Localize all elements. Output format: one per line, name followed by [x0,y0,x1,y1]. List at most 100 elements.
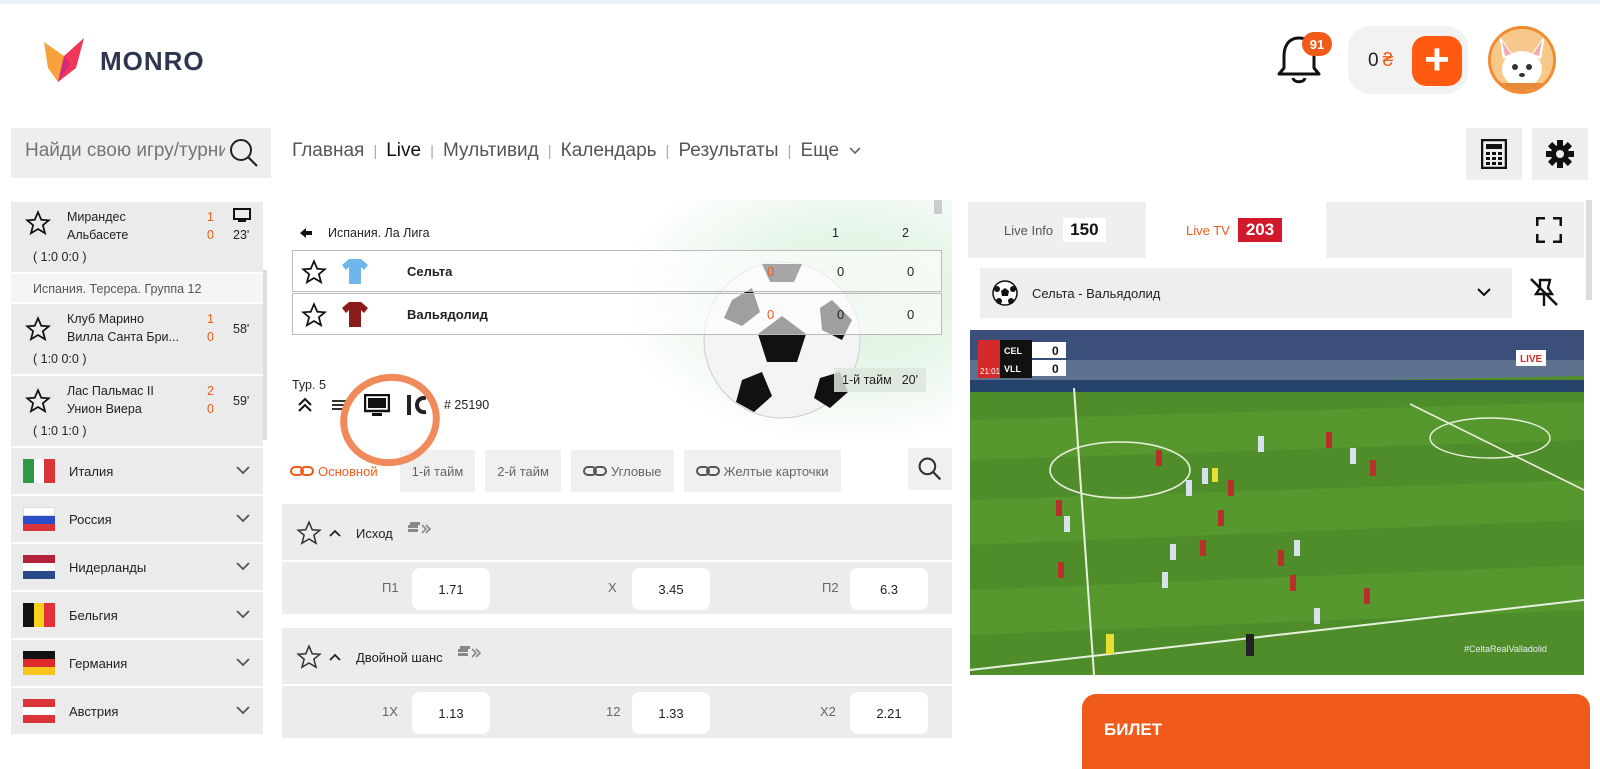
nav-more[interactable]: Еще [800,140,862,162]
top-border [0,0,1600,4]
italy-flag-icon [23,459,56,483]
tab-corners[interactable]: Угловые [570,450,674,492]
match-team1: Лас Пальмас II [67,384,154,398]
sidebar-scrollbar[interactable] [263,270,267,440]
country-germany[interactable]: Германия [11,640,263,688]
user-avatar[interactable] [1488,26,1556,94]
country-netherlands[interactable]: Нидерланды [11,544,263,592]
team-score-half1: 0 [837,264,845,279]
team-row-away: Вальядолид 0 0 0 [292,293,942,335]
nav-live[interactable]: Live [386,140,421,162]
favorite-star-icon[interactable] [24,387,52,417]
sidebar-match[interactable]: Мирандес Альбасете 1 0 23' ( 1:0 0:0 ) [11,202,263,274]
favorite-star-icon[interactable] [296,520,322,549]
team-row-home: Сельта 0 0 0 [292,250,942,292]
event-panel: Испания. Ла Лига 1 2 Сельта 0 0 0 Вальяд… [282,200,952,769]
nav-calendar[interactable]: Календарь [561,140,657,162]
belgium-flag-icon [23,603,56,627]
sidebar-match[interactable]: Клуб Марино Вилла Санта Бри... 1 0 58' (… [11,304,263,376]
odd-label: 12 [606,704,621,719]
tv-icon [233,208,251,225]
match-score1: 1 [207,312,214,326]
favorite-star-icon[interactable] [296,644,322,673]
unpin-button[interactable] [1528,276,1560,313]
back-arrow-icon[interactable] [300,228,312,238]
market-header[interactable]: Двойной шанс [282,628,952,686]
team-name: Сельта [407,264,453,279]
match-team2: Унион Виера [67,402,142,416]
chevron-down-icon [236,706,250,715]
sidebar-match[interactable]: Лас Пальмас II Унион Виера 2 0 59' ( 1:0… [11,376,263,448]
link-icon [695,466,720,476]
video-live-badge: LIVE [1520,354,1543,365]
tab-yellow-cards[interactable]: Желтые карточки [683,450,841,492]
game-search-input[interactable] [25,140,225,162]
sidebar-live-list: Мирандес Альбасете 1 0 23' ( 1:0 0:0 ) И… [11,202,263,769]
video-clock: 21:01 [980,367,1001,376]
chevron-up-icon[interactable] [328,652,342,662]
settings-button[interactable] [1532,128,1588,180]
fullscreen-icon[interactable] [1536,217,1562,243]
video-score1: 0 [1052,344,1059,358]
chevron-down-icon [236,562,250,571]
nav-home[interactable]: Главная [292,140,364,162]
logo-icon [44,38,84,82]
market-name: Двойной шанс [356,650,443,665]
chevron-up-icon[interactable] [328,528,342,538]
country-russia[interactable]: Россия [11,496,263,544]
live-tv-count: 203 [1237,218,1283,242]
video-hashtag: #CeltaRealValladolid [1464,644,1547,654]
right-scrollbar[interactable] [1586,200,1592,300]
nav-results[interactable]: Результаты [678,140,778,162]
league-header[interactable]: Испания. Терсера. Группа 12 [11,274,263,304]
odd-button[interactable]: 1.71 [412,568,490,610]
fox-avatar-icon [1491,29,1553,91]
favorite-star-icon[interactable] [24,209,52,239]
market-search-button[interactable] [908,448,952,490]
selected-match-label: Сельта - Вальядолид [1032,285,1161,301]
round-label: Тур. 5 [292,378,326,392]
collapse-up-icon[interactable] [296,396,314,414]
country-austria[interactable]: Австрия [11,688,263,736]
tab-live-tv[interactable]: Live TV 203 [1146,202,1326,258]
market-outcome: Исход П1 1.71 Х 3.45 П2 6.3 [282,504,952,614]
odd-button[interactable]: 1.13 [412,692,490,734]
calculator-button[interactable] [1466,128,1522,180]
deposit-button[interactable]: + [1412,36,1462,86]
link-icon [582,466,607,476]
search-icon[interactable] [229,138,259,173]
chevron-down-icon [1477,288,1491,297]
logo[interactable]: MONRO [44,38,205,84]
odd-button[interactable]: 3.45 [632,568,710,610]
game-search-box [11,128,271,178]
bet-slip-button[interactable]: БИЛЕТ [1082,694,1590,769]
odd-button[interactable]: 1.33 [632,692,710,734]
favorite-star-icon[interactable] [300,258,328,288]
nav-multiview[interactable]: Мультивид [443,140,539,162]
chevron-down-icon [236,658,250,667]
odd-button[interactable]: 6.3 [850,568,928,610]
tab-label: Live Info [1004,222,1054,238]
live-tabs: Live Info 150 Live TV 203 [968,202,1584,258]
country-belgium[interactable]: Бельгия [11,592,263,640]
live-video-player[interactable]: CEL VLL 0 0 21:01 LIVE #CeltaRealVallado… [970,330,1584,675]
match-selector[interactable]: Сельта - Вальядолид [980,268,1512,318]
search-icon [918,457,942,481]
favorite-star-icon[interactable] [24,315,52,345]
cashout-icon [408,522,432,534]
match-score2: 0 [207,402,214,416]
country-label: Нидерланды [69,559,147,575]
main-nav: Главная | Live | Мультивид | Календарь |… [292,140,862,162]
country-italy[interactable]: Италия [11,448,263,496]
chevron-down-icon [849,147,861,155]
panel-scrollbar[interactable] [934,200,942,214]
jersey-icon [342,302,368,327]
team-score-half2: 0 [907,264,915,279]
tab-live-info[interactable]: Live Info 150 [968,202,1146,258]
match-team2: Альбасете [67,228,129,242]
odd-label: П1 [382,580,399,595]
tab-second-half[interactable]: 2-й тайм [485,450,561,492]
favorite-star-icon[interactable] [300,301,328,331]
odd-button[interactable]: 2.21 [850,692,928,734]
market-header[interactable]: Исход [282,504,952,562]
